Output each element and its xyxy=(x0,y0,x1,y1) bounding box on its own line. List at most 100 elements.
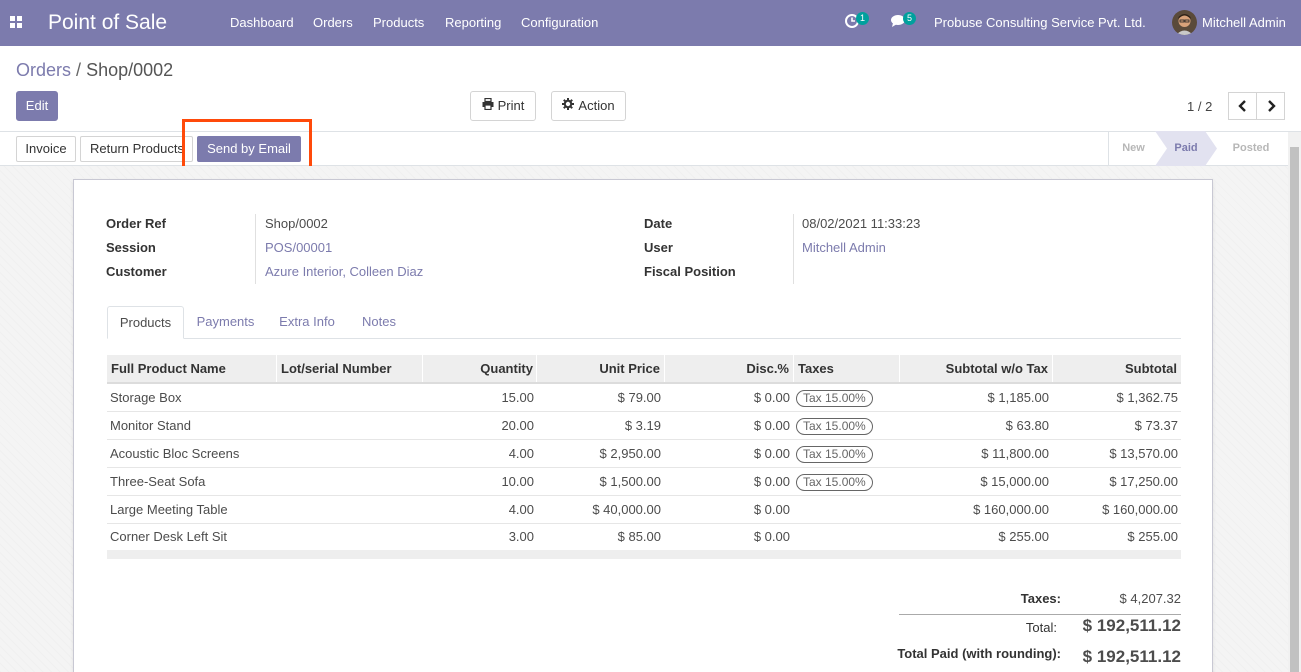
total-value: $ 192,511.12 xyxy=(1082,616,1181,635)
pager-next-button[interactable] xyxy=(1256,92,1285,120)
user-avatar[interactable] xyxy=(1172,10,1197,35)
form-sheet: Order Ref Shop/0002 Session POS/00001 Cu… xyxy=(73,179,1213,672)
menu-products[interactable]: Products xyxy=(373,15,424,31)
field-divider xyxy=(255,214,256,284)
column-header-quantity[interactable]: Quantity xyxy=(422,355,537,382)
stage-new[interactable]: New xyxy=(1108,131,1158,166)
table-row[interactable]: Corner Desk Left Sit 3.00 $ 85.00 $ 0.00 $ 2… xyxy=(107,523,1181,551)
cell-subtotal: $ 13,570.00 xyxy=(1109,446,1178,461)
session-link[interactable]: POS/00001 xyxy=(265,240,332,256)
totals-divider xyxy=(899,614,1181,615)
cell-disc: $ 0.00 xyxy=(753,502,790,517)
column-header-subtotal-wo-tax[interactable]: Subtotal w/o Tax xyxy=(899,355,1052,382)
total-paid-label: Total Paid (with rounding): xyxy=(897,646,1061,661)
session-label: Session xyxy=(106,240,156,255)
cell-subtotal: $ 1,362.75 xyxy=(1116,390,1178,405)
scrollbar-thumb[interactable] xyxy=(1290,147,1299,672)
cell-name: Three-Seat Sofa xyxy=(110,474,206,489)
table-row[interactable]: Three-Seat Sofa 10.00 $ 1,500.00 $ 0.00 Tax … xyxy=(107,468,1181,496)
cell-tax: Tax 15.00% xyxy=(793,384,899,412)
table-row[interactable]: Large Meeting Table 4.00 $ 40,000.00 $ 0.00… xyxy=(107,496,1181,524)
cell-qty: 4.00 xyxy=(508,502,534,517)
tab-extra-info[interactable]: Extra Info xyxy=(270,306,344,339)
menu-dashboard[interactable]: Dashboard xyxy=(230,15,294,31)
taxes-label: Taxes: xyxy=(1020,591,1061,606)
menu-configuration[interactable]: Configuration xyxy=(521,15,598,31)
cell-disc: $ 0.00 xyxy=(753,418,790,433)
pager-previous-button[interactable] xyxy=(1228,92,1257,120)
taxes-value: $ 4,207.32 xyxy=(1119,591,1181,606)
cell-lot xyxy=(276,523,422,551)
cell-price: $ 79.00 xyxy=(617,390,661,405)
user-label: User xyxy=(644,240,673,255)
pager-value[interactable]: 1 / 2 xyxy=(1187,99,1212,115)
cell-qty: 3.00 xyxy=(508,529,534,544)
action-button[interactable]: Action xyxy=(551,91,626,121)
cell-tax xyxy=(793,523,899,551)
company-switcher[interactable]: Probuse Consulting Service Pvt. Ltd. xyxy=(934,15,1146,31)
cell-disc: $ 0.00 xyxy=(753,474,790,489)
column-header-discount[interactable]: Disc.% xyxy=(664,355,793,382)
cell-subtotal-wo-tax: $ 11,800.00 xyxy=(981,446,1049,461)
cell-subtotal-wo-tax: $ 255.00 xyxy=(998,529,1049,544)
cell-lot xyxy=(276,468,422,496)
table-row[interactable]: Acoustic Bloc Screens 4.00 $ 2,950.00 $ 0.0… xyxy=(107,440,1181,468)
column-header-taxes[interactable]: Taxes xyxy=(793,355,899,382)
table-footer xyxy=(107,550,1181,559)
total-paid-value: $ 192,511.12 xyxy=(1082,647,1181,666)
cell-tax xyxy=(793,496,899,524)
top-navbar: Point of Sale Dashboard Orders Products … xyxy=(0,0,1301,46)
column-header-unit-price[interactable]: Unit Price xyxy=(536,355,664,382)
cell-lot xyxy=(276,412,422,440)
gear-icon xyxy=(562,92,575,120)
app-title[interactable]: Point of Sale xyxy=(48,10,167,36)
apps-menu-icon[interactable] xyxy=(10,16,22,28)
cell-price: $ 1,500.00 xyxy=(599,474,661,489)
user-menu[interactable]: Mitchell Admin xyxy=(1202,15,1286,31)
breadcrumb: Orders / Shop/0002 xyxy=(16,59,173,81)
cell-tax: Tax 15.00% xyxy=(793,440,899,468)
tax-tag: Tax 15.00% xyxy=(796,446,873,463)
order-ref-label: Order Ref xyxy=(106,216,166,231)
tax-tag: Tax 15.00% xyxy=(796,474,873,491)
breadcrumb-separator: / xyxy=(76,60,82,80)
cell-qty: 4.00 xyxy=(508,446,534,461)
tab-notes[interactable]: Notes xyxy=(351,306,407,339)
cell-subtotal-wo-tax: $ 1,185.00 xyxy=(987,390,1049,405)
cell-name: Storage Box xyxy=(110,390,182,405)
menu-orders[interactable]: Orders xyxy=(313,15,353,31)
cell-name: Monitor Stand xyxy=(110,418,191,433)
print-label: Print xyxy=(497,98,525,113)
edit-button[interactable]: Edit xyxy=(16,91,58,121)
cell-price: $ 40,000.00 xyxy=(592,502,661,517)
user-link[interactable]: Mitchell Admin xyxy=(802,240,886,256)
cell-lot xyxy=(276,384,422,412)
menu-reporting[interactable]: Reporting xyxy=(445,15,501,31)
tab-payments[interactable]: Payments xyxy=(187,306,264,339)
column-header-product[interactable]: Full Product Name xyxy=(107,355,277,382)
invoice-button[interactable]: Invoice xyxy=(16,136,76,162)
tax-tag: Tax 15.00% xyxy=(796,390,873,407)
column-header-lot[interactable]: Lot/serial Number xyxy=(276,355,422,382)
date-label: Date xyxy=(644,216,673,231)
cell-subtotal-wo-tax: $ 63.80 xyxy=(1005,418,1049,433)
print-button[interactable]: Print xyxy=(470,91,536,121)
column-header-subtotal[interactable]: Subtotal xyxy=(1052,355,1181,382)
stage-posted[interactable]: Posted xyxy=(1218,131,1284,166)
tab-products[interactable]: Products xyxy=(107,306,184,339)
cell-lot xyxy=(276,496,422,524)
return-products-button[interactable]: Return Products xyxy=(80,136,193,162)
cell-disc: $ 0.00 xyxy=(753,529,790,544)
breadcrumb-orders-link[interactable]: Orders xyxy=(16,60,71,80)
cell-subtotal-wo-tax: $ 15,000.00 xyxy=(980,474,1049,489)
table-row[interactable]: Storage Box 15.00 $ 79.00 $ 0.00 Tax 15.00% $… xyxy=(107,384,1181,412)
cell-qty: 15.00 xyxy=(501,390,534,405)
vertical-scrollbar[interactable] xyxy=(1288,132,1301,672)
cell-tax: Tax 15.00% xyxy=(793,412,899,440)
tax-tag: Tax 15.00% xyxy=(796,418,873,435)
customer-link[interactable]: Azure Interior, Colleen Diaz xyxy=(265,264,423,280)
table-row[interactable]: Monitor Stand 20.00 $ 3.19 $ 0.00 Tax 15.00%… xyxy=(107,412,1181,440)
cell-subtotal: $ 255.00 xyxy=(1127,529,1178,544)
message-count-badge: 5 xyxy=(903,12,916,25)
highlight-frame xyxy=(182,119,312,172)
